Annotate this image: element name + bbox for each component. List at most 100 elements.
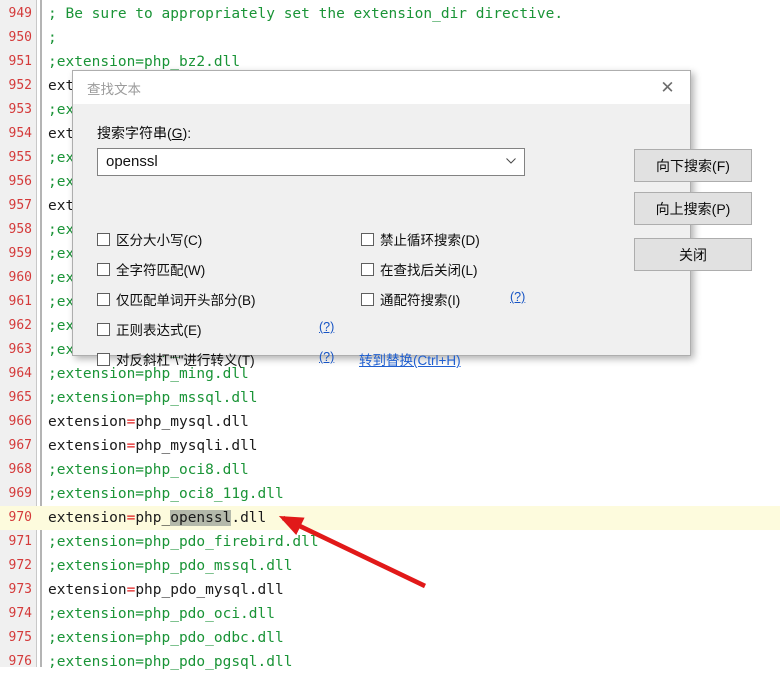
line-number: 960: [8, 270, 32, 285]
code-line-text[interactable]: ext: [48, 194, 74, 218]
code-line-text[interactable]: ;ex: [48, 290, 74, 314]
code-token: ;extension=php_mssql.dll: [48, 390, 258, 406]
code-token: ext: [48, 198, 75, 214]
line-number: 962: [8, 318, 32, 333]
code-token: ext: [48, 78, 75, 94]
code-line-text[interactable]: extension=php_openssl.dll: [48, 506, 266, 530]
code-line-text[interactable]: ;ex: [48, 170, 74, 194]
code-line-text[interactable]: ext: [48, 74, 74, 98]
code-line-text[interactable]: ; Be sure to appropriately set the exten…: [48, 2, 563, 26]
close-icon[interactable]: ✕: [645, 71, 690, 103]
checkbox-wildcard-search[interactable]: 通配符搜索(I): [361, 290, 460, 308]
line-number: 955: [8, 150, 32, 165]
line-number: 950: [8, 30, 32, 45]
code-line-text[interactable]: ;extension=php_pdo_pgsql.dll: [48, 650, 292, 674]
code-line-text[interactable]: ;ex: [48, 218, 74, 242]
code-line-text[interactable]: ;extension=php_mssql.dll: [48, 386, 258, 410]
code-line-text[interactable]: extension=php_pdo_mysql.dll: [48, 578, 284, 602]
code-line[interactable]: 968 ;extension=php_oci8.dll: [0, 458, 780, 482]
code-line-text[interactable]: ext: [48, 122, 74, 146]
checkbox-match-case[interactable]: 区分大小写(C): [97, 230, 202, 248]
checkbox-box[interactable]: [361, 292, 374, 306]
code-line[interactable]: 976 ;extension=php_pdo_pgsql.dll: [0, 650, 780, 674]
line-number: 972: [8, 558, 32, 573]
code-token: extension: [48, 510, 127, 526]
line-number: 975: [8, 630, 32, 645]
checkbox-box[interactable]: [97, 322, 110, 336]
checkbox-close-after-find[interactable]: 在查找后关闭(L): [361, 260, 478, 278]
code-line[interactable]: 971 ;extension=php_pdo_firebird.dll: [0, 530, 780, 554]
checkbox-label: 全字符匹配(W): [116, 263, 206, 278]
code-line[interactable]: 975 ;extension=php_pdo_odbc.dll: [0, 626, 780, 650]
code-line[interactable]: 967 extension=php_mysqli.dll: [0, 434, 780, 458]
code-line-text[interactable]: ;extension=php_oci8.dll: [48, 458, 249, 482]
code-token: =: [126, 414, 136, 430]
code-line-text[interactable]: ;extension=php_oci8_11g.dll: [48, 482, 284, 506]
code-token: ;ex: [48, 246, 75, 262]
chevron-down-icon[interactable]: [506, 158, 516, 164]
checkbox-box[interactable]: [361, 262, 374, 276]
code-line-text[interactable]: extension=php_mysqli.dll: [48, 434, 258, 458]
code-line[interactable]: 970 extension=php_openssl.dll: [0, 506, 780, 530]
checkbox-box[interactable]: [361, 232, 374, 246]
search-label-text: 搜索字符串(: [97, 125, 172, 141]
search-label-accelerator: G: [171, 125, 183, 141]
code-token: php_pdo_mysql.dll: [135, 582, 284, 598]
close-button[interactable]: 关闭: [634, 238, 752, 271]
code-line-text[interactable]: ;ex: [48, 314, 74, 338]
find-previous-button[interactable]: 向上搜索(P): [634, 192, 752, 225]
checkbox-box[interactable]: [97, 352, 110, 366]
find-next-button[interactable]: 向下搜索(F): [634, 149, 752, 182]
dialog-titlebar[interactable]: 查找文本 ✕: [73, 71, 690, 105]
code-line[interactable]: 974 ;extension=php_pdo_oci.dll: [0, 602, 780, 626]
checkbox-whole-word[interactable]: 全字符匹配(W): [97, 260, 205, 278]
code-line-text[interactable]: ;: [48, 26, 57, 50]
search-input-value[interactable]: openssl: [106, 153, 158, 170]
line-number: 964: [8, 366, 32, 381]
search-input[interactable]: openssl: [97, 148, 525, 176]
search-label-suffix: ):: [182, 125, 192, 141]
checkbox-escape-backslash[interactable]: 对反斜杠"\"进行转义(T): [97, 350, 255, 368]
line-number: 961: [8, 294, 32, 309]
code-token: ext: [48, 126, 75, 142]
checkbox-word-start-only[interactable]: 仅匹配单词开头部分(B): [97, 290, 256, 308]
code-line-text[interactable]: ;ex: [48, 242, 74, 266]
code-line-text[interactable]: ;extension=php_pdo_mssql.dll: [48, 554, 292, 578]
help-link-wildcard[interactable]: (?): [510, 290, 525, 304]
code-line[interactable]: 972 ;extension=php_pdo_mssql.dll: [0, 554, 780, 578]
code-token: ;ex: [48, 174, 75, 190]
code-line-text[interactable]: ;extension=php_pdo_firebird.dll: [48, 530, 319, 554]
code-line[interactable]: 969 ;extension=php_oci8_11g.dll: [0, 482, 780, 506]
code-token: extension: [48, 414, 127, 430]
checkbox-regex[interactable]: 正则表达式(E): [97, 320, 202, 338]
checkbox-box[interactable]: [97, 232, 110, 246]
code-token: ;extension=php_pdo_pgsql.dll: [48, 654, 293, 670]
code-line[interactable]: 950;: [0, 26, 780, 50]
line-number: 968: [8, 462, 32, 477]
code-line-text[interactable]: ;extension=php_pdo_odbc.dll: [48, 626, 284, 650]
code-token: ;extension=php_pdo_odbc.dll: [48, 630, 284, 646]
code-line[interactable]: 949 ; Be sure to appropriately set the ex…: [0, 2, 780, 26]
line-number: 959: [8, 246, 32, 261]
code-line-text[interactable]: ;extension=php_pdo_oci.dll: [48, 602, 275, 626]
find-text-dialog[interactable]: 查找文本 ✕ 搜索字符串(G): openssl 向下搜索(F) 向上搜索(P)…: [72, 70, 752, 368]
code-token: ;extension=php_pdo_mssql.dll: [48, 558, 293, 574]
code-line[interactable]: 965 ;extension=php_mssql.dll: [0, 386, 780, 410]
code-line-text[interactable]: ;ex: [48, 266, 74, 290]
help-link-regex[interactable]: (?): [319, 320, 334, 334]
checkbox-no-wrap-search[interactable]: 禁止循环搜索(D): [361, 230, 480, 248]
code-line[interactable]: 966 extension=php_mysql.dll: [0, 410, 780, 434]
code-token: extension: [48, 438, 127, 454]
checkbox-box[interactable]: [97, 262, 110, 276]
goto-replace-link[interactable]: 转到替换(Ctrl+H): [359, 349, 461, 369]
line-number: 970: [8, 510, 32, 525]
code-token: openssl: [170, 510, 232, 526]
code-token: ;ex: [48, 318, 75, 334]
code-line-text[interactable]: extension=php_mysql.dll: [48, 410, 249, 434]
line-number: 967: [8, 438, 32, 453]
help-link-escape[interactable]: (?): [319, 350, 334, 364]
checkbox-box[interactable]: [97, 292, 110, 306]
code-line-text[interactable]: ;ex: [48, 98, 74, 122]
code-line[interactable]: 973 extension=php_pdo_mysql.dll: [0, 578, 780, 602]
code-line-text[interactable]: ;ex: [48, 146, 74, 170]
